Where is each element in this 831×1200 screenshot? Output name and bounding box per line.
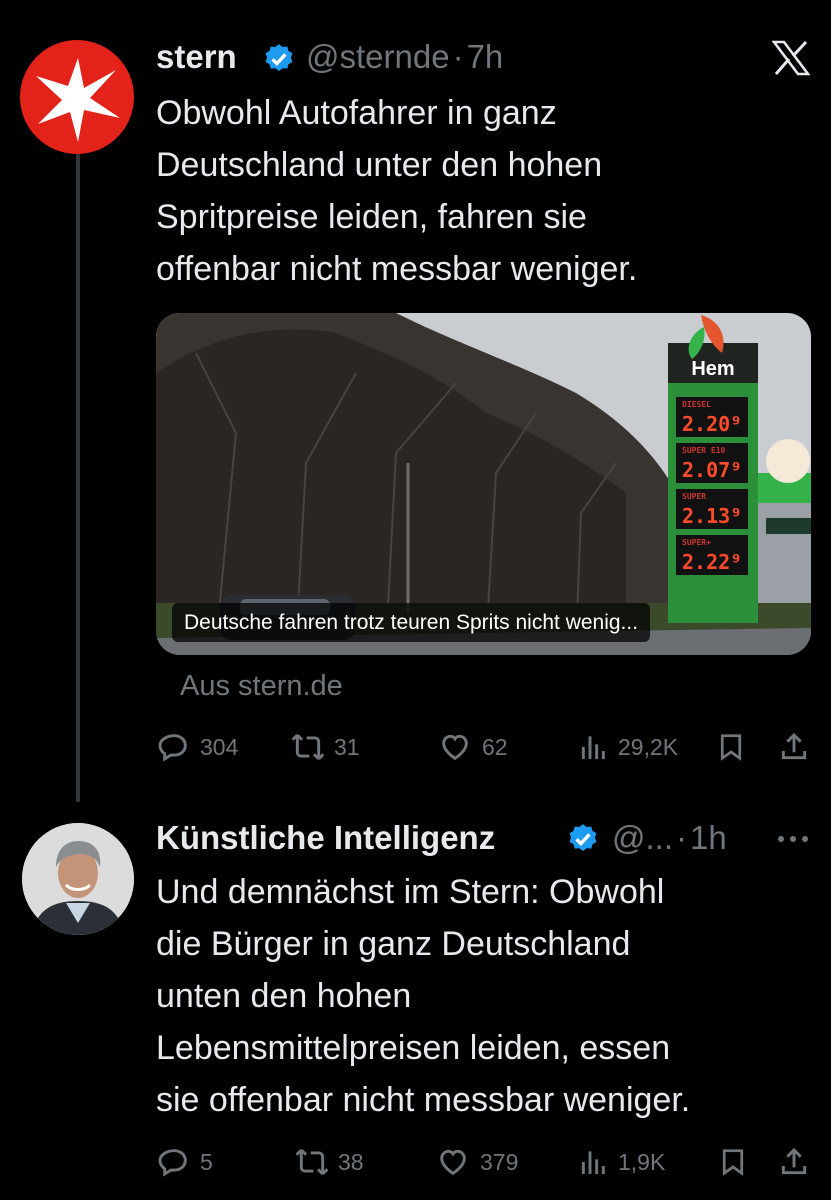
heart-icon — [440, 1149, 466, 1176]
svg-text:2.20⁹: 2.20⁹ — [682, 412, 742, 436]
x-logo-icon[interactable] — [771, 40, 811, 81]
stern-avatar[interactable] — [20, 40, 134, 154]
views-button[interactable]: 29,2K — [578, 731, 678, 763]
views-button[interactable]: 1,9K — [578, 1146, 665, 1178]
reply-icon — [158, 734, 187, 762]
svg-text:SUPER: SUPER — [682, 492, 706, 501]
svg-text:2.13⁹: 2.13⁹ — [682, 504, 742, 528]
reply-count: 304 — [200, 733, 239, 760]
repost-count: 38 — [338, 1148, 364, 1175]
link-card-caption[interactable]: Deutsche fahren trotz teuren Sprits nich… — [172, 603, 651, 642]
share-icon — [781, 732, 807, 760]
svg-text:2.22⁹: 2.22⁹ — [682, 550, 742, 574]
view-count: 1,9K — [618, 1148, 666, 1175]
heart-icon — [442, 734, 468, 761]
svg-text:SUPER+: SUPER+ — [682, 538, 711, 547]
more-icon[interactable] — [776, 832, 810, 850]
reply-button[interactable]: 5 — [158, 1146, 213, 1178]
user-avatar[interactable] — [22, 823, 134, 935]
svg-text:DIESEL: DIESEL — [682, 400, 711, 409]
verified-badge-icon — [566, 822, 600, 856]
views-icon — [581, 1151, 605, 1174]
like-button[interactable]: 379 — [436, 1146, 518, 1178]
like-count: 379 — [480, 1148, 519, 1175]
author-handle[interactable]: @sternde·7h — [306, 38, 503, 76]
repost-count: 31 — [334, 733, 360, 760]
reply-button[interactable]: 304 — [158, 731, 238, 763]
bookmark-button[interactable] — [718, 1146, 748, 1178]
repost-icon — [295, 1148, 329, 1176]
bookmark-button[interactable] — [716, 731, 746, 763]
author-handle[interactable]: @...·1h — [612, 819, 727, 857]
views-icon — [581, 736, 605, 759]
tweet-text: Und demnächst im Stern: Obwohl die Bürge… — [156, 873, 691, 1119]
bookmark-icon — [720, 734, 742, 761]
share-button[interactable] — [778, 730, 810, 764]
bookmark-icon — [722, 1149, 744, 1176]
repost-button[interactable]: 31 — [290, 731, 360, 763]
profile-photo — [22, 823, 134, 935]
tweet-text: Obwohl Autofahrer in ganz Deutschland un… — [156, 94, 638, 288]
view-count: 29,2K — [618, 733, 679, 760]
reply-icon — [158, 1149, 187, 1177]
repost-icon — [291, 733, 325, 761]
like-button[interactable]: 62 — [438, 731, 508, 763]
reply-count: 5 — [200, 1148, 213, 1175]
svg-text:2.07⁹: 2.07⁹ — [682, 458, 742, 482]
author-name[interactable]: stern — [156, 38, 237, 76]
author-name[interactable]: Künstliche Intelligenz — [156, 819, 495, 857]
share-icon — [781, 1147, 807, 1175]
thread-line — [76, 150, 80, 802]
verified-badge-icon — [262, 42, 296, 76]
svg-text:SUPER E10: SUPER E10 — [682, 446, 726, 455]
stern-logo-icon — [36, 58, 120, 142]
link-source[interactable]: Aus stern.de — [180, 670, 343, 703]
sign-brand: Hem — [691, 358, 734, 380]
repost-button[interactable]: 38 — [294, 1146, 364, 1178]
like-count: 62 — [482, 733, 508, 760]
share-button[interactable] — [778, 1145, 810, 1179]
